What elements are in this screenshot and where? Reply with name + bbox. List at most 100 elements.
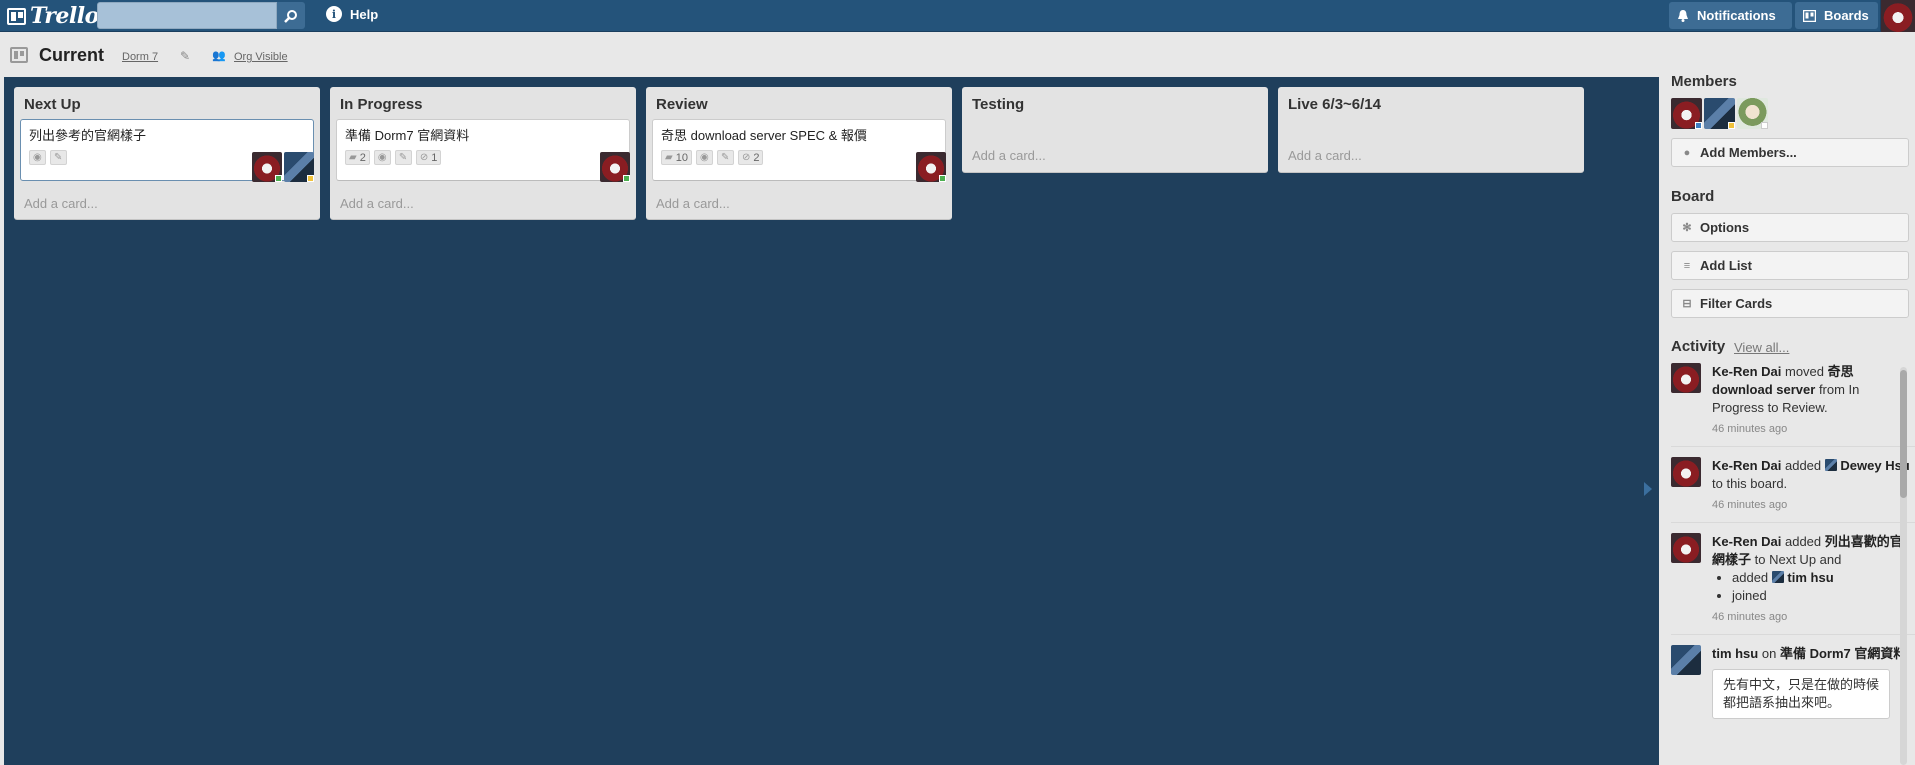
card-title: 準備 Dorm7 官網資料 [345, 128, 470, 143]
add-card-link[interactable]: Add a card... [656, 196, 730, 211]
card-badges: ▰ 10 ◉ ✎ ⊘ 2 [661, 150, 764, 165]
visibility-link[interactable]: Org Visible [234, 51, 288, 63]
bullet-user[interactable]: tim hsu [1787, 570, 1833, 585]
status-dot [939, 175, 946, 182]
activity-item: Ke-Ren Dai added 列出喜歡的官網樣子 to Next Up an… [1671, 533, 1915, 635]
comment-icon: ▰ [349, 152, 357, 163]
view-all-link[interactable]: View all... [1734, 340, 1789, 355]
activity-verb: moved [1784, 364, 1825, 379]
card[interactable]: 列出參考的官網樣子 ◉ ✎ [20, 119, 314, 182]
attachments-badge: ⊘ 2 [737, 150, 764, 165]
status-dot [623, 175, 630, 182]
list-title[interactable]: Next Up [24, 96, 81, 113]
options-label: Options [1700, 220, 1750, 235]
options-button[interactable]: ✻ Options [1671, 213, 1909, 242]
paperclip-icon: ⊘ [419, 152, 429, 163]
board-title[interactable]: Current [39, 45, 104, 66]
activity-verb: added [1784, 534, 1822, 549]
tiny-avatar [1771, 571, 1784, 583]
activity-time: 46 minutes ago [1712, 611, 1788, 623]
add-members-button[interactable]: ● Add Members... [1671, 138, 1909, 167]
add-card-link[interactable]: Add a card... [340, 196, 414, 211]
comment-icon: ▰ [665, 152, 673, 163]
attachments-badge: ⊘ 1 [415, 150, 442, 165]
list-title[interactable]: Live 6/3~6/14 [1288, 96, 1381, 113]
member-avatar[interactable] [1671, 98, 1702, 129]
attachment-count: 2 [753, 151, 760, 164]
add-list-button[interactable]: ≡ Add List [1671, 251, 1909, 280]
comment-count: 10 [675, 151, 688, 164]
activity-heading: Activity [1671, 338, 1726, 355]
list-review: Review 奇思 download server SPEC & 報價 ▰ 10 … [646, 87, 952, 220]
pencil-icon: ✎ [54, 152, 63, 163]
comment-text: 先有中文，只是在做的時候都把語系抽出來吧。 [1712, 669, 1890, 719]
avatar[interactable] [1671, 363, 1701, 393]
card-badges: ▰ 2 ◉ ✎ ⊘ 1 [345, 150, 442, 165]
add-members-label: Add Members... [1700, 145, 1797, 160]
list-in-progress: In Progress 準備 Dorm7 官網資料 ▰ 2 ◉ ✎ ⊘ 1 Add … [330, 87, 636, 220]
comments-badge: ▰ 2 [345, 150, 370, 165]
eye-icon: ◉ [699, 152, 709, 163]
trello-logo[interactable]: Trello [7, 3, 99, 29]
status-dot [275, 175, 282, 182]
activity-user[interactable]: Ke-Ren Dai [1712, 534, 1781, 549]
filter-cards-button[interactable]: ⊟ Filter Cards [1671, 289, 1909, 318]
member-avatar[interactable] [1737, 98, 1768, 129]
board-heading: Board [1671, 188, 1715, 205]
avatar[interactable] [284, 152, 314, 182]
activity-bullets: added tim hsu joined [1732, 569, 1912, 605]
activity-bullet: added tim hsu [1732, 569, 1912, 587]
activity-target[interactable]: 準備 Dorm7 官網資料 [1780, 646, 1906, 661]
avatar[interactable] [1671, 533, 1701, 563]
activity-rest: to this board. [1712, 476, 1788, 491]
list-title[interactable]: Testing [972, 96, 1024, 113]
avatar[interactable] [252, 152, 282, 182]
sidebar-scroll-thumb[interactable] [1900, 370, 1907, 498]
help-button[interactable]: i Help [326, 6, 378, 22]
bell-icon [1678, 10, 1688, 22]
scroll-right-arrow-icon[interactable] [1644, 482, 1652, 496]
eye-icon: ◉ [33, 152, 42, 163]
avatar[interactable] [1671, 645, 1701, 675]
list-title[interactable]: Review [656, 96, 708, 113]
board-org-link[interactable]: Dorm 7 [122, 51, 158, 63]
activity-feed: Ke-Ren Dai moved 奇思 download server from… [1671, 363, 1915, 737]
board-icon [10, 47, 28, 63]
activity-item: Ke-Ren Dai added Dewey Hsu to this board… [1671, 457, 1915, 523]
activity-user[interactable]: Ke-Ren Dai [1712, 458, 1781, 473]
avatar[interactable] [1671, 457, 1701, 487]
card-title: 列出參考的官網樣子 [29, 128, 147, 143]
add-card-link[interactable]: Add a card... [972, 148, 1046, 163]
add-card-link[interactable]: Add a card... [1288, 148, 1362, 163]
activity-text: Ke-Ren Dai added 列出喜歡的官網樣子 to Next Up an… [1712, 533, 1912, 626]
boards-button[interactable]: Boards [1795, 2, 1878, 29]
activity-text: tim hsu on 準備 Dorm7 官網資料 先有中文，只是在做的時候都把語… [1712, 645, 1912, 719]
avatar[interactable] [600, 152, 630, 182]
card[interactable]: 準備 Dorm7 官網資料 ▰ 2 ◉ ✎ ⊘ 1 [336, 119, 630, 182]
card[interactable]: 奇思 download server SPEC & 報價 ▰ 10 ◉ ✎ ⊘ 2 [652, 119, 946, 182]
search-input[interactable] [97, 2, 277, 29]
member-avatar[interactable] [1704, 98, 1735, 129]
list-title[interactable]: In Progress [340, 96, 423, 113]
activity-time: 46 minutes ago [1712, 423, 1788, 435]
add-card-link[interactable]: Add a card... [24, 196, 98, 211]
pencil-icon[interactable]: ✎ [180, 49, 190, 63]
list-icon: ≡ [1683, 259, 1691, 272]
gear-icon: ✻ [1682, 222, 1692, 234]
card-badges: ◉ ✎ [29, 150, 67, 165]
user-avatar[interactable] [1880, 0, 1915, 32]
top-header: Trello i Help Notifications Boards [0, 0, 1915, 32]
card-members [916, 152, 946, 182]
avatar[interactable] [916, 152, 946, 182]
paperclip-icon: ⊘ [741, 152, 751, 163]
activity-text: Ke-Ren Dai added Dewey Hsu to this board… [1712, 457, 1912, 514]
notifications-button[interactable]: Notifications [1669, 2, 1792, 29]
watch-badge: ◉ [29, 150, 46, 165]
activity-user[interactable]: Ke-Ren Dai [1712, 364, 1781, 379]
watch-badge: ◉ [373, 150, 391, 165]
activity-text: Ke-Ren Dai moved 奇思 download server from… [1712, 363, 1912, 438]
activity-user[interactable]: tim hsu [1712, 646, 1758, 661]
board-canvas: Next Up 列出參考的官網樣子 ◉ ✎ Add a card... In P… [4, 77, 1659, 765]
boards-label: Boards [1824, 8, 1869, 23]
search-button[interactable] [277, 2, 305, 29]
